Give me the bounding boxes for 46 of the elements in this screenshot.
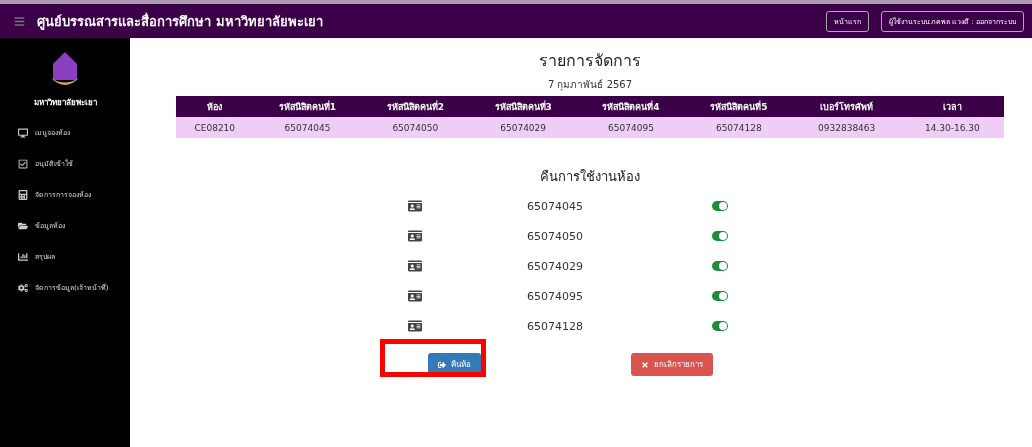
table-cell: 0932838463 [792, 117, 901, 138]
id-card-icon [408, 229, 422, 243]
student-id: 65074045 [527, 199, 583, 213]
id-card-icon [408, 259, 422, 273]
column-header: รหัสนิสิตคนที่2 [361, 96, 470, 117]
check-icon [18, 158, 28, 169]
toggle-switch[interactable] [712, 321, 728, 331]
table-cell: 65074050 [361, 117, 470, 138]
column-header: เวลา [900, 96, 1004, 117]
date-text: 7 กุมภาพันธ์ 2567 [547, 78, 633, 92]
column-header: รหัสนิสิตคนที่3 [469, 96, 578, 117]
id-card-icon [408, 289, 422, 303]
column-header: เบอร์โทรศัพท์ [792, 96, 901, 117]
folder-icon [18, 220, 28, 231]
page-title: รายการจัดการ [539, 50, 641, 72]
column-header: รหัสนิสิตคนที่1 [253, 96, 362, 117]
column-header: รหัสนิสิตคนที่4 [577, 96, 685, 117]
id-card-icon [408, 199, 422, 213]
monitor-icon [18, 127, 28, 138]
toggle-switch[interactable] [712, 291, 728, 301]
toggle-switch[interactable] [712, 231, 728, 241]
column-header: ห้อง [176, 96, 254, 117]
toggle-switch[interactable] [712, 261, 728, 271]
gears-icon [18, 282, 28, 293]
close-icon [640, 360, 649, 369]
site-title: ศูนย์บรรณสารและสื่อการศึกษา มหาวิทยาลัยพะเยา [37, 11, 324, 32]
table-cell: 65074095 [577, 117, 685, 138]
university-name: มหาวิทยาลัยพะเยา [32, 97, 98, 109]
menu-icon[interactable] [14, 15, 25, 27]
table-cell: 65074045 [253, 117, 362, 138]
table-cell: 14.30-16.30 [900, 117, 1004, 138]
id-card-icon [408, 319, 422, 333]
student-id: 65074050 [527, 229, 583, 243]
toggle-switch[interactable] [712, 201, 728, 211]
calc-icon [18, 189, 28, 200]
column-header: รหัสนิสิตคนที่5 [684, 96, 793, 117]
table-cell: 65074128 [684, 117, 793, 138]
student-id: 65074029 [527, 259, 583, 273]
chart-icon [18, 251, 28, 262]
exit-icon [437, 360, 446, 369]
section-title: คืนการใช้งานห้อง [540, 168, 640, 186]
table-cell: CE08210 [176, 117, 254, 138]
student-id: 65074128 [527, 319, 583, 333]
cancel-button[interactable]: ยกเลิกรายการ [630, 353, 713, 376]
student-id: 65074095 [527, 289, 583, 303]
table-cell: 65074029 [469, 117, 578, 138]
